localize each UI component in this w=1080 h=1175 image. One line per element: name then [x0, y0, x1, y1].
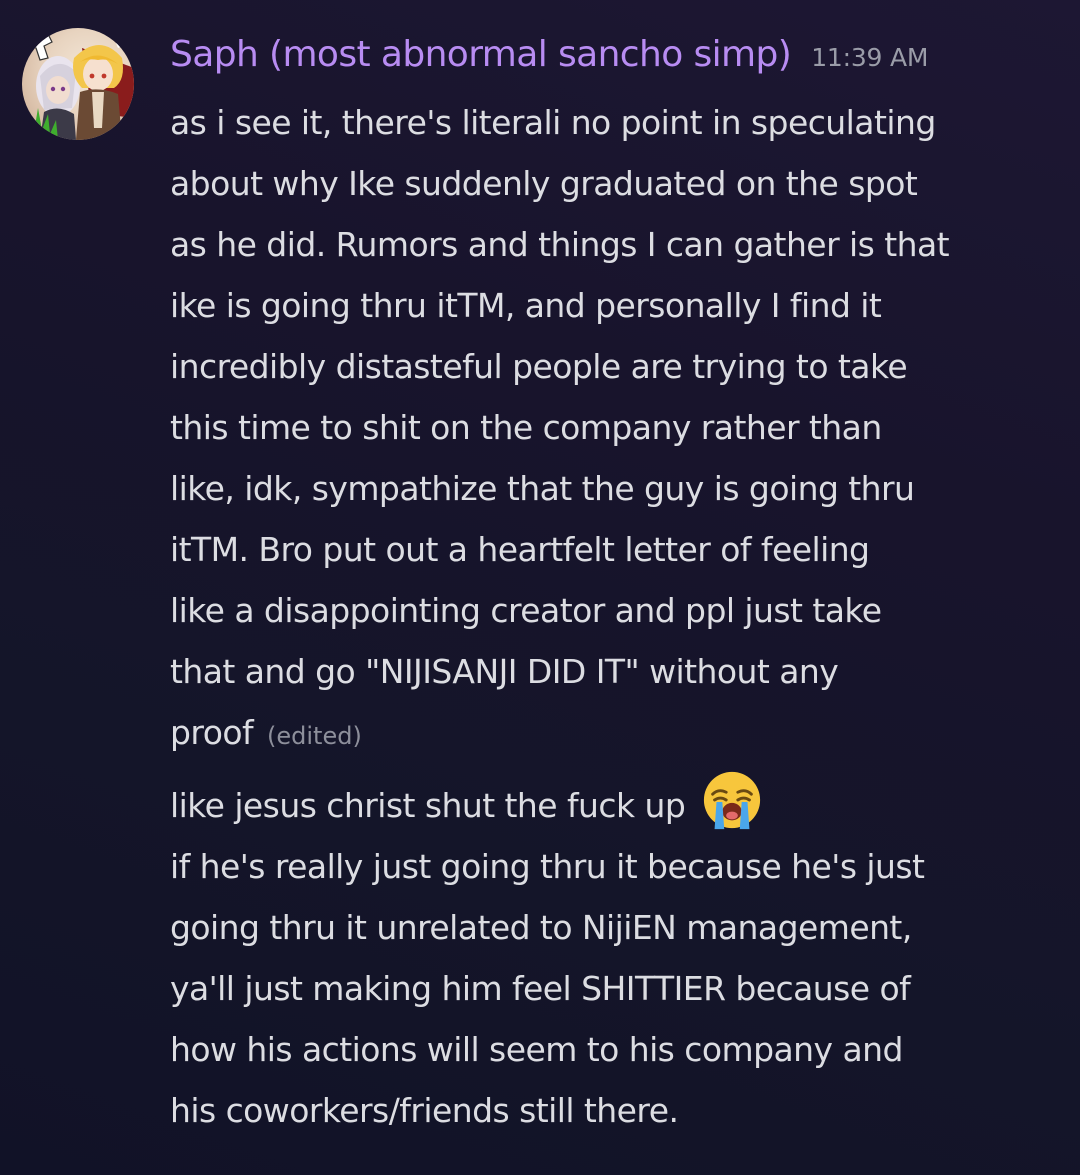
message-line: like, idk, sympathize that the guy is go…	[170, 469, 915, 508]
message-body-second: like jesus christ shut the fuck up	[170, 769, 1065, 830]
loudly-crying-face-icon[interactable]	[701, 769, 763, 831]
message-line: how his actions will seem to his company…	[170, 1030, 903, 1069]
message-body-third: if he's really just going thru it becaus…	[170, 836, 1065, 1141]
message-line: as i see it, there's literali no point i…	[170, 103, 936, 142]
message-line: incredibly distasteful people are trying…	[170, 347, 908, 386]
username[interactable]: Saph (most abnormal sancho simp)	[170, 34, 792, 75]
message-header: Saph (most abnormal sancho simp) 11:39 A…	[170, 34, 1065, 92]
message-line: itTM. Bro put out a heartfelt letter of …	[170, 530, 870, 569]
message-line: ya'll just making him feel SHITTIER beca…	[170, 969, 911, 1008]
message-line-last: proof (edited)	[170, 702, 1065, 763]
message-line: this time to shit on the company rather …	[170, 408, 882, 447]
message-line: as he did. Rumors and things I can gathe…	[170, 225, 950, 264]
message-line: like a disappointing creator and ppl jus…	[170, 591, 882, 630]
message-line: going thru it unrelated to NijiEN manage…	[170, 908, 912, 947]
message-line: ike is going thru itTM, and personally I…	[170, 286, 882, 325]
user-avatar[interactable]	[22, 28, 134, 140]
message-body-first: as i see it, there's literali no point i…	[170, 92, 1065, 763]
edited-label: (edited)	[267, 722, 362, 750]
chat-message: Saph (most abnormal sancho simp) 11:39 A…	[0, 0, 1080, 1175]
message-line: that and go "NIJISANJI DID IT" without a…	[170, 652, 839, 691]
message-line: about why Ike suddenly graduated on the …	[170, 164, 918, 203]
avatar-art-icon	[24, 33, 134, 140]
message-content: Saph (most abnormal sancho simp) 11:39 A…	[170, 34, 1065, 1141]
message-line: his coworkers/friends still there.	[170, 1091, 679, 1130]
message-line: if he's really just going thru it becaus…	[170, 847, 925, 886]
message-text: proof	[170, 713, 254, 752]
message-timestamp[interactable]: 11:39 AM	[811, 43, 928, 72]
message-text: like jesus christ shut the fuck up	[170, 786, 686, 825]
